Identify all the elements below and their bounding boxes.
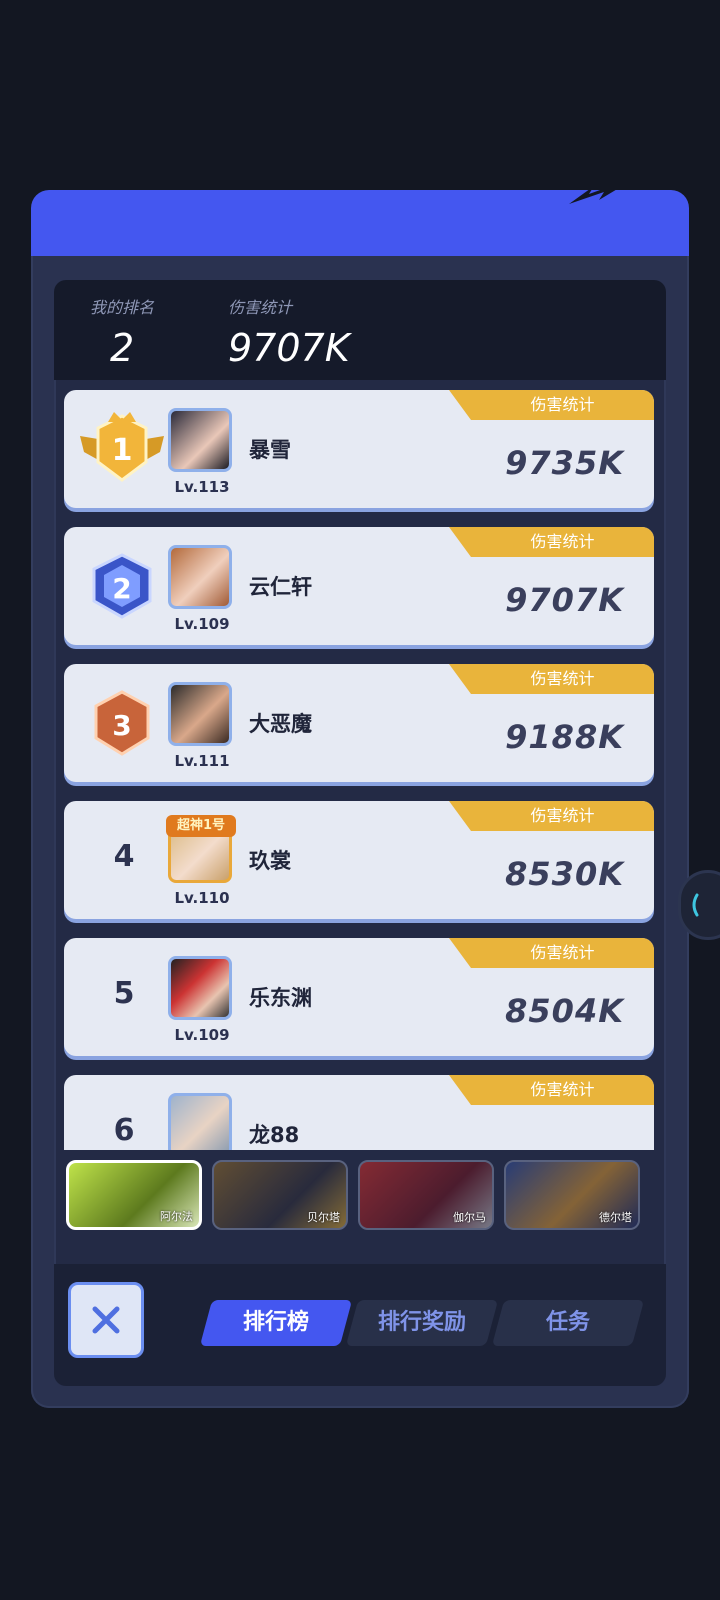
damage-tag: 伤害统计 <box>449 801 654 831</box>
player-score: 9707K <box>505 581 624 619</box>
side-arc-icon <box>692 893 699 917</box>
rank-3-medal-icon: 3 <box>94 690 150 756</box>
rank-1-medal-icon: 1 <box>80 412 164 482</box>
panel-inner: 我的排名 2 伤害统计 9707K 伤害统计 1 Lv.113 暴雪 9735K… <box>54 280 666 1386</box>
player-level: Lv.113 <box>174 478 230 496</box>
close-x-icon <box>92 1306 120 1334</box>
avatar[interactable] <box>168 956 232 1020</box>
tab-ranking-rewards[interactable]: 排行奖励 <box>345 1300 499 1346</box>
rank-number: 4 <box>113 839 135 874</box>
damage-tag: 伤害统计 <box>449 390 654 420</box>
my-rank-value: 2 <box>110 326 135 370</box>
my-rank-bar: 我的排名 2 伤害统计 9707K <box>54 280 666 380</box>
hero-tab-alpha[interactable]: 阿尔法 <box>66 1160 202 1230</box>
hero-tab-gamma[interactable]: 伽尔马 <box>358 1160 494 1230</box>
hero-name: 德尔塔 <box>599 1211 632 1224</box>
ranking-card[interactable]: 伤害统计 2 Lv.109 云仁轩 9707K <box>64 527 654 645</box>
hero-tab-beta[interactable]: 贝尔塔 <box>212 1160 348 1230</box>
rank-2-medal-icon: 2 <box>92 553 152 619</box>
avatar[interactable] <box>168 408 232 472</box>
ranking-card[interactable]: 伤害统计 1 Lv.113 暴雪 9735K <box>64 390 654 508</box>
player-level: Lv.110 <box>174 889 230 907</box>
player-name: 大恶魔 <box>249 712 312 736</box>
damage-tag: 伤害统计 <box>449 527 654 557</box>
close-button[interactable] <box>68 1282 144 1358</box>
side-float-button[interactable] <box>678 870 720 940</box>
avatar-frame-label: 超神1号 <box>166 815 236 837</box>
player-name: 玖裳 <box>249 849 291 873</box>
avatar[interactable] <box>168 682 232 746</box>
player-name: 云仁轩 <box>249 575 312 599</box>
hero-tab-delta[interactable]: 德尔塔 <box>504 1160 640 1230</box>
hero-selector: 阿尔法 贝尔塔 伽尔马 德尔塔 <box>54 1150 666 1250</box>
panel-header <box>31 190 689 256</box>
player-score: 8504K <box>505 992 624 1030</box>
svg-text:1: 1 <box>112 433 133 468</box>
my-damage-label: 伤害统计 <box>228 298 293 317</box>
player-score: 9735K <box>505 444 624 482</box>
damage-tag: 伤害统计 <box>449 1075 654 1105</box>
player-level: Lv.109 <box>174 1026 230 1044</box>
ranking-list[interactable]: 伤害统计 1 Lv.113 暴雪 9735K 伤害统计 2 Lv.109 云仁轩… <box>64 390 656 1150</box>
svg-text:2: 2 <box>112 572 131 605</box>
tab-leaderboard[interactable]: 排行榜 <box>199 1300 353 1346</box>
hero-name: 阿尔法 <box>160 1210 193 1223</box>
player-name: 暴雪 <box>249 438 291 462</box>
player-score: 9188K <box>505 718 624 756</box>
ranking-card[interactable]: 伤害统计 6 龙88 <box>64 1075 654 1150</box>
hero-name: 伽尔马 <box>453 1211 486 1224</box>
ranking-card[interactable]: 伤害统计 4 超神1号 Lv.110 玖裳 8530K <box>64 801 654 919</box>
rank-number: 6 <box>113 1113 135 1148</box>
footer-bar: 排行榜 排行奖励 任务 <box>54 1264 666 1386</box>
player-name: 乐东渊 <box>249 986 312 1010</box>
my-rank-label: 我的排名 <box>90 298 155 317</box>
player-score: 8530K <box>505 855 624 893</box>
avatar[interactable] <box>168 545 232 609</box>
rank-number: 5 <box>113 976 135 1011</box>
svg-text:3: 3 <box>112 709 131 742</box>
leaderboard-panel: 我的排名 2 伤害统计 9707K 伤害统计 1 Lv.113 暴雪 9735K… <box>31 190 689 1408</box>
tab-tasks[interactable]: 任务 <box>491 1300 645 1346</box>
hero-name: 贝尔塔 <box>307 1211 340 1224</box>
damage-tag: 伤害统计 <box>449 664 654 694</box>
header-lightning-icon <box>569 190 616 204</box>
player-level: Lv.111 <box>174 752 230 770</box>
ranking-card[interactable]: 伤害统计 3 Lv.111 大恶魔 9188K <box>64 664 654 782</box>
avatar[interactable] <box>168 1093 232 1150</box>
player-name: 龙88 <box>249 1123 300 1147</box>
damage-tag: 伤害统计 <box>449 938 654 968</box>
player-level: Lv.109 <box>174 615 230 633</box>
ranking-card[interactable]: 伤害统计 5 Lv.109 乐东渊 8504K <box>64 938 654 1056</box>
my-damage-value: 9707K <box>228 326 350 370</box>
